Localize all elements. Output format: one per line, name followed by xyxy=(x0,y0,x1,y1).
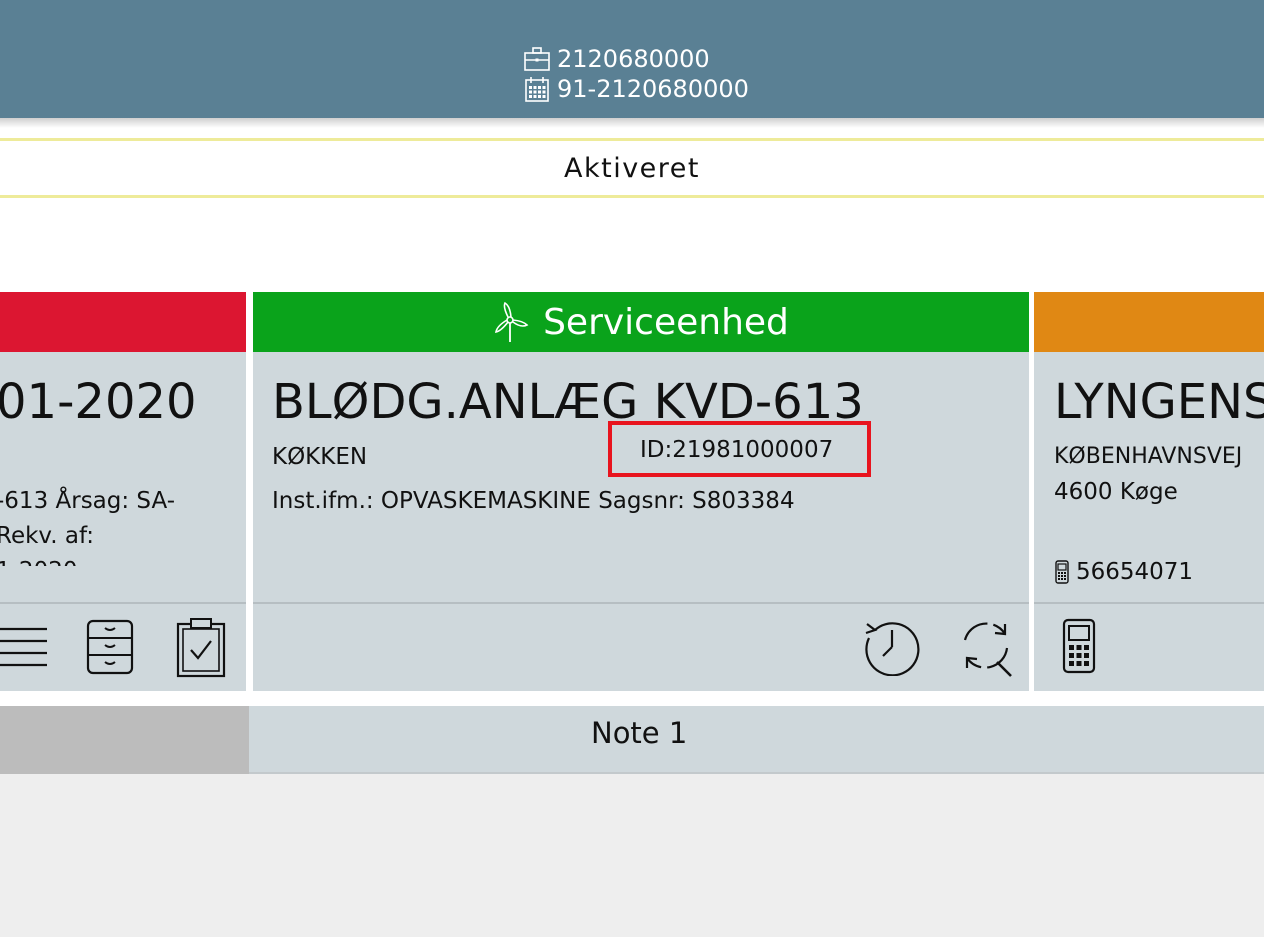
card-band-green: Serviceenhed xyxy=(253,292,1029,352)
briefcase-icon xyxy=(524,47,550,71)
customer-phone: 56654071 xyxy=(1076,559,1194,585)
customer-address-line2: 4600 Køge xyxy=(1054,479,1178,505)
list-icon[interactable] xyxy=(0,625,48,669)
customer-phone-row: 56654071 xyxy=(1054,559,1193,585)
card-divider xyxy=(0,602,246,604)
card-title: 01-2020 xyxy=(0,374,197,430)
card-line: Rekv. af: xyxy=(0,523,94,549)
status-label: Aktiveret xyxy=(564,152,700,184)
card-line-clipped: 1-2020 xyxy=(0,558,77,566)
calendar-number: 91-2120680000 xyxy=(557,75,749,103)
order-number-row: 2120680000 xyxy=(523,45,710,73)
service-unit-info: Inst.ifm.: OPVASKEMASKINE Sagsnr: S80338… xyxy=(272,488,795,514)
service-unit-location: KØKKEN xyxy=(272,444,368,470)
mobile-phone-icon[interactable] xyxy=(1062,618,1096,674)
refresh-search-icon[interactable] xyxy=(955,618,1017,678)
card-customer[interactable]: LYNGENS KØBENHAVNSVEJ 4600 Køge 56654071 xyxy=(1034,292,1264,691)
card-service-unit[interactable]: Serviceenhed BLØDG.ANLÆG KVD-613 KØKKEN … xyxy=(253,292,1029,691)
card-line: -613 Årsag: SA- xyxy=(0,488,175,514)
calendar-icon xyxy=(525,77,549,102)
card-divider xyxy=(253,602,1029,604)
note-bar[interactable] xyxy=(249,706,1264,774)
card-band-orange xyxy=(1034,292,1264,352)
note-tab-inactive[interactable] xyxy=(0,706,249,774)
calendar-number-row: 91-2120680000 xyxy=(523,75,749,103)
wind-turbine-icon xyxy=(495,301,529,342)
status-bar: Aktiveret xyxy=(0,138,1264,198)
card-previous[interactable]: 01-2020 -613 Årsag: SA- Rekv. af: 1-2020 xyxy=(0,292,246,691)
card-divider xyxy=(1034,602,1264,604)
order-number: 2120680000 xyxy=(557,45,710,73)
mobile-phone-icon xyxy=(1055,560,1069,584)
card-band-label: Serviceenhed xyxy=(543,301,789,343)
card-band-red xyxy=(0,292,246,352)
top-header: 2120680000 91-2120680000 xyxy=(0,0,1264,118)
note-label: Note 1 xyxy=(591,716,688,750)
history-icon[interactable] xyxy=(863,618,921,676)
header-shadow xyxy=(0,118,1264,128)
id-highlight-box xyxy=(608,421,871,477)
clipboard-check-icon[interactable] xyxy=(176,618,226,678)
customer-title: LYNGENS xyxy=(1054,374,1264,430)
cabinet-icon[interactable] xyxy=(86,619,134,675)
customer-address-line1: KØBENHAVNSVEJ xyxy=(1054,444,1243,469)
